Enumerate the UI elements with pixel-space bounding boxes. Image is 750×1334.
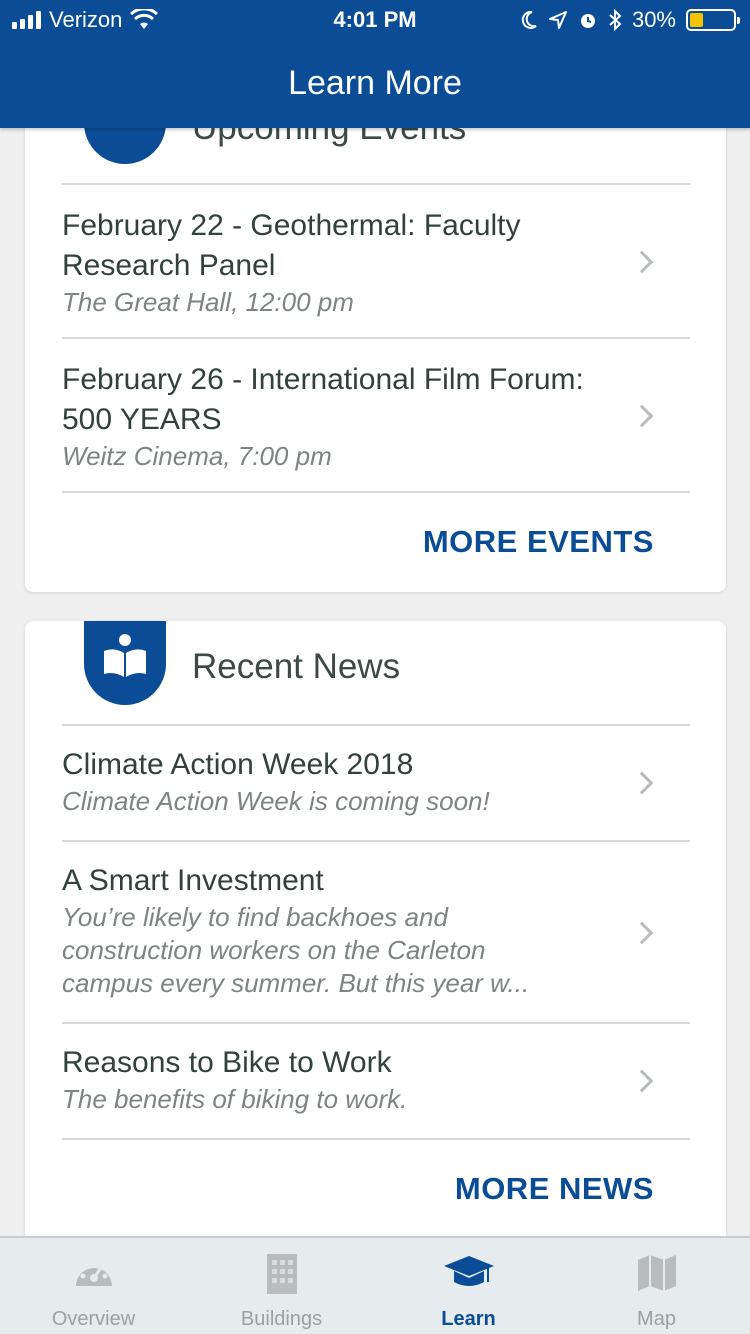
battery-percent: 30% — [631, 7, 676, 32]
divider — [62, 724, 690, 726]
event-subtitle: Weitz Cinema, 7:00 pm — [62, 441, 332, 471]
status-right: 30% — [520, 7, 740, 33]
navigation-bar: Learn More — [0, 40, 750, 128]
divider — [62, 1022, 690, 1024]
news-row[interactable]: A Smart Investment You’re likely to find… — [62, 861, 690, 1021]
news-title: A Smart Investment — [62, 864, 324, 897]
map-icon — [637, 1255, 676, 1291]
bluetooth-icon — [609, 9, 622, 31]
moon-icon — [521, 10, 537, 29]
battery-icon — [686, 9, 740, 31]
news-subtitle: Climate Action Week is coming soon! — [62, 786, 490, 816]
event-subtitle: The Great Hall, 12:00 pm — [62, 287, 354, 317]
more-events-button[interactable]: MORE EVENTS — [423, 524, 654, 560]
divider — [62, 337, 690, 339]
event-title: February 22 - Geothermal: Faculty Resear… — [62, 209, 521, 282]
chevron-right-icon — [630, 250, 654, 274]
tab-map[interactable]: Map — [563, 1238, 750, 1334]
news-subtitle: The benefits of biking to work. — [62, 1084, 408, 1114]
divider — [62, 840, 690, 842]
location-arrow-icon — [548, 11, 567, 29]
book-badge-icon — [84, 621, 166, 705]
tab-overview[interactable]: Overview — [0, 1238, 187, 1334]
page-title: Learn More — [288, 64, 462, 102]
status-bar: Verizon 4:01 PM 30% — [0, 0, 750, 40]
building-icon — [266, 1254, 297, 1294]
news-title: Climate Action Week 2018 — [62, 748, 414, 781]
alarm-icon — [580, 14, 595, 28]
event-title: February 26 - International Film Forum: … — [62, 363, 584, 436]
tab-label: Learn — [441, 1308, 496, 1330]
upcoming-events-card: Upcoming Events February 22 - Geothermal… — [25, 60, 726, 592]
gauge-icon — [75, 1259, 112, 1286]
event-row[interactable]: February 22 - Geothermal: Faculty Resear… — [62, 206, 690, 336]
graduation-cap-icon — [443, 1256, 494, 1286]
event-row[interactable]: February 26 - International Film Forum: … — [62, 360, 690, 490]
tab-buildings[interactable]: Buildings — [188, 1238, 375, 1334]
divider — [62, 183, 690, 185]
divider — [62, 1138, 690, 1140]
news-card-title: Recent News — [192, 647, 401, 686]
tab-label: Overview — [51, 1308, 136, 1330]
more-news-button[interactable]: MORE NEWS — [455, 1171, 654, 1207]
tab-learn[interactable]: Learn — [375, 1238, 562, 1334]
divider — [62, 491, 690, 493]
tab-label: Buildings — [240, 1308, 323, 1330]
chevron-right-icon — [630, 921, 654, 945]
news-title: Reasons to Bike to Work — [62, 1046, 392, 1079]
tab-label: Map — [637, 1308, 676, 1330]
news-row[interactable]: Climate Action Week 2018 Climate Action … — [62, 745, 690, 840]
news-row[interactable]: Reasons to Bike to Work The benefits of … — [62, 1043, 690, 1138]
chevron-right-icon — [630, 404, 654, 428]
battery-fill — [690, 13, 703, 27]
recent-news-card: Recent News Climate Action Week 2018 Cli… — [25, 621, 726, 1241]
tab-bar: Overview Buildings Learn Map — [0, 1236, 750, 1334]
news-subtitle: You’re likely to find backhoes and const… — [62, 902, 530, 998]
